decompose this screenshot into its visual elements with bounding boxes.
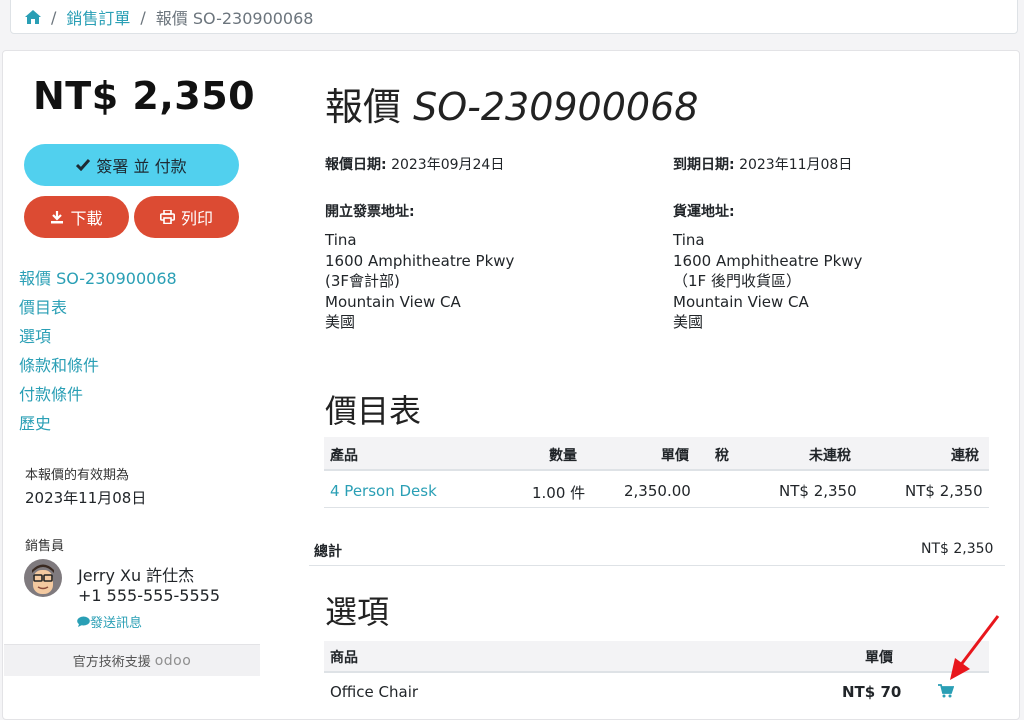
options-table-header: 商品 單價: [324, 641, 989, 673]
download-icon: [51, 211, 64, 224]
salesperson-phone: +1 555-555-5555: [78, 586, 221, 605]
breadcrumb-separator: /: [51, 7, 57, 27]
row-untaxed: NT$ 2,350: [779, 482, 857, 500]
sign-and-pay-button[interactable]: 簽署 並 付款: [24, 144, 239, 186]
support-footer[interactable]: 官方技術支援 odoo: [4, 644, 260, 676]
col-tax: 稅: [715, 448, 729, 464]
invoice-address-line: 1600 Amphitheatre Pkwy: [325, 251, 515, 270]
quote-number: SO-230900068: [413, 85, 699, 129]
validity-label: 本報價的有效期為: [25, 468, 130, 483]
option-price: NT$ 70: [842, 683, 902, 701]
options-title: 選項: [325, 593, 390, 631]
print-label: 列印: [180, 209, 213, 228]
option-product: Office Chair: [330, 683, 419, 701]
col-unit-price: 單價: [661, 448, 689, 464]
send-message-link[interactable]: 發送訊息: [77, 612, 142, 631]
pricelist-title: 價目表: [325, 392, 422, 430]
quote-date-value: 2023年09月24日: [391, 157, 505, 173]
table-row: 4 Person Desk 1.00 件 2,350.00 NT$ 2,350 …: [324, 474, 989, 508]
col-taxed: 連稅: [951, 448, 979, 464]
title-prefix: 報價: [325, 85, 402, 129]
page-title: 報價 SO-230900068: [325, 76, 698, 131]
row-taxed: NT$ 2,350: [905, 482, 983, 500]
shipping-address-label: 貨運地址:: [673, 204, 735, 220]
download-button[interactable]: 下載: [24, 196, 129, 238]
nav-item-quote[interactable]: 報價 SO-230900068: [19, 266, 177, 295]
total-row: 總計 NT$ 2,350: [309, 530, 1005, 566]
support-text: 官方技術支援: [72, 655, 151, 670]
col-option-price: 單價: [865, 650, 893, 666]
breadcrumb: / 銷售訂單 / 報價 SO-230900068: [10, 0, 1018, 34]
add-to-cart-icon[interactable]: [938, 684, 954, 698]
invoice-address: Tina 1600 Amphitheatre Pkwy (3F會計部) Moun…: [325, 230, 514, 333]
shipping-address-line: 美國: [673, 313, 704, 331]
row-quantity: 1.00 件: [532, 484, 586, 502]
chat-icon: [77, 616, 90, 627]
total-label: 總計: [314, 544, 342, 560]
annotation-arrow-icon: [950, 615, 1000, 680]
shipping-address-line: （1F 後門收貨區）: [673, 272, 801, 290]
invoice-address-line: Tina: [325, 231, 357, 249]
avatar: [24, 559, 62, 597]
odoo-logo: odoo: [154, 652, 192, 669]
quote-date-label: 報價日期:: [325, 157, 387, 173]
breadcrumb-separator: /: [140, 7, 146, 27]
shipping-address-line: Tina: [673, 231, 705, 249]
pricelist-table-header: 產品 數量 單價 稅 未連稅 連稅: [324, 437, 989, 471]
print-button[interactable]: 列印: [134, 196, 239, 238]
quote-total-amount: NT$ 2,350: [33, 74, 256, 118]
invoice-address-label: 開立發票地址:: [325, 204, 415, 220]
table-row: Office Chair NT$ 70: [324, 676, 989, 708]
nav-item-options[interactable]: 選項: [19, 324, 177, 353]
nav-item-pricelist[interactable]: 價目表: [19, 295, 177, 324]
print-icon: [159, 210, 175, 224]
home-icon[interactable]: [25, 10, 41, 24]
salesperson-name: Jerry Xu 許仕杰: [78, 566, 195, 585]
breadcrumb-current: 報價 SO-230900068: [155, 9, 314, 28]
quote-date: 報價日期: 2023年09月24日: [325, 154, 504, 174]
row-unit-price: 2,350.00: [624, 482, 691, 500]
due-date: 到期日期: 2023年11月08日: [673, 154, 852, 174]
due-date-label: 到期日期:: [673, 157, 735, 173]
col-quantity: 數量: [549, 448, 577, 464]
check-icon: [76, 159, 91, 171]
shipping-address: Tina 1600 Amphitheatre Pkwy （1F 後門收貨區） M…: [673, 230, 862, 333]
invoice-address-line: Mountain View CA: [325, 292, 461, 311]
quote-nav: 報價 SO-230900068 價目表 選項 條款和條件 付款條件 歷史: [19, 266, 177, 440]
shipping-address-line: Mountain View CA: [673, 292, 809, 311]
invoice-address-line: 美國: [325, 313, 356, 331]
shipping-address-line: 1600 Amphitheatre Pkwy: [673, 251, 863, 270]
breadcrumb-sales-orders[interactable]: 銷售訂單: [66, 5, 130, 29]
nav-item-history[interactable]: 歷史: [19, 411, 177, 440]
nav-item-payment-terms[interactable]: 付款條件: [19, 382, 177, 411]
salesperson-label: 銷售員: [25, 539, 65, 554]
col-untaxed: 未連稅: [809, 448, 851, 464]
download-label: 下載: [70, 209, 103, 228]
col-option-product: 商品: [330, 650, 358, 666]
validity-date: 2023年11月08日: [25, 489, 147, 507]
col-product: 產品: [330, 448, 358, 464]
nav-item-terms[interactable]: 條款和條件: [19, 353, 177, 382]
total-value: NT$ 2,350: [921, 541, 994, 557]
product-link[interactable]: 4 Person Desk: [330, 482, 437, 500]
due-date-value: 2023年11月08日: [739, 157, 853, 173]
send-message-label: 發送訊息: [90, 616, 143, 631]
sign-and-pay-label: 簽署 並 付款: [96, 157, 187, 176]
invoice-address-line: (3F會計部): [325, 272, 400, 290]
